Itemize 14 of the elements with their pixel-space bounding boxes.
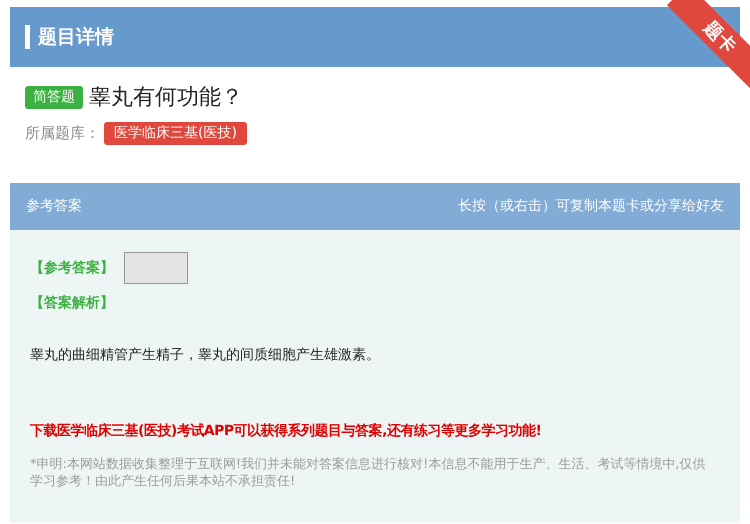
question-type-tag: 简答题 [25, 86, 83, 109]
bank-label: 所属题库： [25, 123, 100, 144]
header-title: 题目详情 [38, 24, 114, 50]
disclaimer-text: *申明:本网站数据收集整理于互联网!我们并未能对答案信息进行核对!本信息不能用于生产、生活、考试等情境中,仅供学习参考！由此产生任何后果本站不承担责任! [30, 456, 706, 490]
share-hint: 长按（或右击）可复制本题卡或分享给好友 [458, 197, 724, 216]
answer-label: 【参考答案】 [30, 258, 114, 278]
bank-tag[interactable]: 医学临床三基(医技) [104, 122, 247, 145]
answer-image [124, 252, 188, 284]
analysis-text: 睾丸的曲细精管产生精子，睾丸的间质细胞产生雄激素。 [30, 347, 380, 363]
accent-bar [25, 25, 30, 49]
question-text: 睾丸有何功能？ [89, 84, 243, 112]
analysis-label: 【答案解析】 [30, 295, 114, 311]
answer-title: 参考答案 [26, 197, 82, 216]
promo-text: 下载医学临床三基(医技)考试APP可以获得系列题目与答案,还有练习等更多学习功能! [30, 423, 542, 439]
